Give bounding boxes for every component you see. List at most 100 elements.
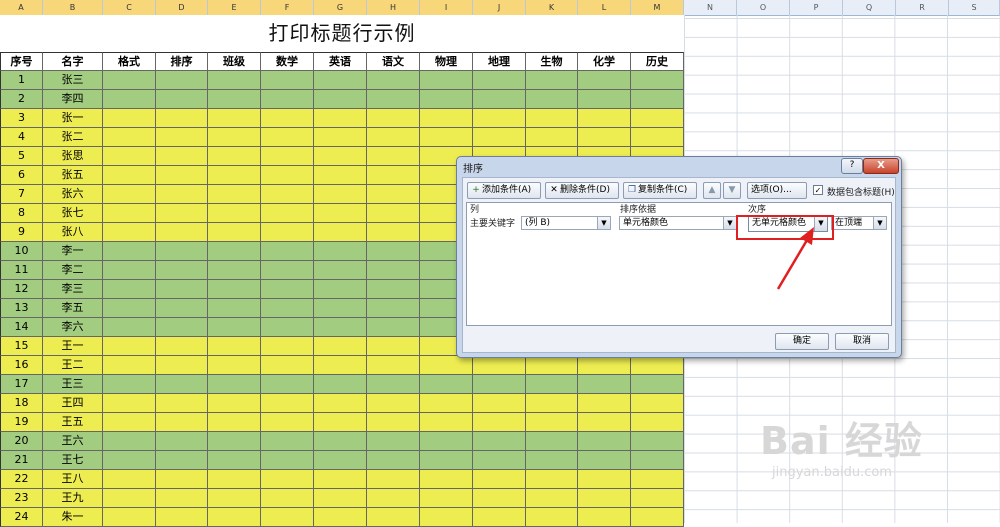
data-cell[interactable]	[367, 223, 420, 242]
data-cell[interactable]	[473, 394, 526, 413]
data-cell[interactable]	[103, 489, 156, 508]
data-cell[interactable]	[578, 71, 631, 90]
data-cell[interactable]	[367, 185, 420, 204]
column-header-n[interactable]: N	[684, 0, 737, 15]
data-cell[interactable]	[261, 223, 314, 242]
data-cell[interactable]	[156, 508, 208, 527]
data-cell[interactable]	[367, 128, 420, 147]
data-cell[interactable]	[156, 451, 208, 470]
data-cell[interactable]	[103, 280, 156, 299]
data-cell[interactable]	[578, 432, 631, 451]
data-cell[interactable]	[103, 109, 156, 128]
data-cell[interactable]	[208, 489, 261, 508]
data-cell[interactable]	[367, 413, 420, 432]
column-header-d[interactable]: D	[156, 0, 208, 15]
name-cell[interactable]: 李三	[43, 280, 103, 299]
column-header-g[interactable]: G	[314, 0, 367, 15]
data-cell[interactable]	[631, 394, 684, 413]
data-cell[interactable]	[631, 109, 684, 128]
data-cell[interactable]	[314, 128, 367, 147]
name-cell[interactable]: 王八	[43, 470, 103, 489]
data-cell[interactable]	[314, 413, 367, 432]
data-cell[interactable]	[261, 489, 314, 508]
data-cell[interactable]	[103, 413, 156, 432]
data-cell[interactable]	[578, 413, 631, 432]
row-number-cell[interactable]: 9	[0, 223, 43, 242]
data-cell[interactable]	[156, 394, 208, 413]
name-cell[interactable]: 张五	[43, 166, 103, 185]
data-cell[interactable]	[578, 470, 631, 489]
row-number-cell[interactable]: 1	[0, 71, 43, 90]
data-cell[interactable]	[473, 109, 526, 128]
data-cell[interactable]	[208, 166, 261, 185]
data-cell[interactable]	[367, 356, 420, 375]
data-cell[interactable]	[208, 185, 261, 204]
data-cell[interactable]	[578, 489, 631, 508]
data-cell[interactable]	[526, 128, 578, 147]
data-cell[interactable]	[314, 147, 367, 166]
data-cell[interactable]	[208, 128, 261, 147]
name-cell[interactable]: 李六	[43, 318, 103, 337]
close-button[interactable]: X	[863, 158, 899, 174]
data-cell[interactable]	[103, 261, 156, 280]
data-cell[interactable]	[526, 413, 578, 432]
data-cell[interactable]	[156, 337, 208, 356]
data-cell[interactable]	[631, 356, 684, 375]
data-cell[interactable]	[578, 356, 631, 375]
data-cell[interactable]	[314, 470, 367, 489]
row-number-cell[interactable]: 17	[0, 375, 43, 394]
data-cell[interactable]	[314, 90, 367, 109]
name-cell[interactable]: 张一	[43, 109, 103, 128]
data-cell[interactable]	[367, 204, 420, 223]
data-cell[interactable]	[473, 128, 526, 147]
data-cell[interactable]	[367, 394, 420, 413]
row-number-cell[interactable]: 12	[0, 280, 43, 299]
column-header-e[interactable]: E	[208, 0, 261, 15]
data-cell[interactable]	[526, 375, 578, 394]
data-cell[interactable]	[473, 470, 526, 489]
data-cell[interactable]	[631, 71, 684, 90]
data-cell[interactable]	[156, 356, 208, 375]
data-cell[interactable]	[103, 147, 156, 166]
data-cell[interactable]	[208, 413, 261, 432]
data-cell[interactable]	[103, 470, 156, 489]
data-cell[interactable]	[208, 451, 261, 470]
data-cell[interactable]	[631, 413, 684, 432]
header-cell[interactable]: 历史	[631, 52, 684, 71]
data-cell[interactable]	[314, 356, 367, 375]
has-header-checkbox[interactable]: ✓	[813, 185, 823, 195]
data-cell[interactable]	[314, 166, 367, 185]
data-cell[interactable]	[420, 394, 473, 413]
column-header-c[interactable]: C	[103, 0, 156, 15]
data-cell[interactable]	[314, 299, 367, 318]
data-cell[interactable]	[156, 90, 208, 109]
column-header-f[interactable]: F	[261, 0, 314, 15]
data-cell[interactable]	[156, 432, 208, 451]
name-cell[interactable]: 张二	[43, 128, 103, 147]
data-cell[interactable]	[473, 375, 526, 394]
row-number-cell[interactable]: 6	[0, 166, 43, 185]
name-cell[interactable]: 张思	[43, 147, 103, 166]
data-cell[interactable]	[367, 242, 420, 261]
header-cell[interactable]: 地理	[473, 52, 526, 71]
row-number-cell[interactable]: 21	[0, 451, 43, 470]
data-cell[interactable]	[208, 242, 261, 261]
row-number-cell[interactable]: 11	[0, 261, 43, 280]
data-cell[interactable]	[261, 261, 314, 280]
data-cell[interactable]	[526, 356, 578, 375]
data-cell[interactable]	[261, 166, 314, 185]
data-cell[interactable]	[156, 280, 208, 299]
data-cell[interactable]	[314, 223, 367, 242]
data-cell[interactable]	[367, 508, 420, 527]
data-cell[interactable]	[367, 451, 420, 470]
help-button[interactable]: ?	[841, 158, 863, 174]
chevron-down-icon[interactable]: ▼	[597, 217, 610, 229]
data-cell[interactable]	[367, 71, 420, 90]
column-header-h[interactable]: H	[367, 0, 420, 15]
data-cell[interactable]	[526, 508, 578, 527]
data-cell[interactable]	[261, 299, 314, 318]
data-cell[interactable]	[261, 432, 314, 451]
name-cell[interactable]: 王三	[43, 375, 103, 394]
arrow-down-icon[interactable]: ▼	[723, 182, 741, 199]
data-cell[interactable]	[156, 299, 208, 318]
